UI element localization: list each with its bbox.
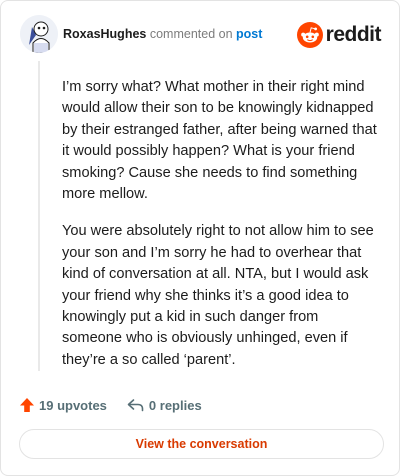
username-link[interactable]: RoxasHughes	[63, 27, 146, 41]
upvote-button[interactable]: 19 upvotes	[19, 397, 107, 413]
reddit-logo[interactable]: reddit	[296, 21, 382, 49]
reddit-snoo-icon	[296, 22, 323, 48]
upvote-arrow-icon	[20, 398, 34, 412]
reply-icon	[127, 399, 144, 412]
comment-paragraph: I’m sorry what? What mother in their rig…	[62, 79, 377, 203]
comment-body: I’m sorry what? What mother in their rig…	[62, 77, 382, 387]
comment-header: RoxasHughes commented on post reddit	[20, 15, 385, 55]
comment-meta: RoxasHughes commented on post	[63, 27, 262, 41]
avatar-image	[20, 15, 58, 53]
comment-paragraph: You were absolutely right to not allow h…	[62, 223, 374, 368]
post-link[interactable]: post	[236, 27, 262, 41]
view-conversation-button[interactable]: View the conversation	[19, 429, 384, 459]
reddit-wordmark: reddit	[325, 23, 382, 46]
comment-footer: 19 upvotes 0 replies	[19, 395, 202, 415]
user-avatar[interactable]	[20, 15, 58, 53]
upvote-count: 19 upvotes	[39, 397, 107, 413]
reply-count: 0 replies	[148, 397, 202, 413]
comment-card: RoxasHughes commented on post reddit I’m…	[0, 0, 400, 476]
thread-line	[38, 61, 40, 371]
action-text: commented on	[149, 27, 233, 41]
reply-button[interactable]: 0 replies	[127, 398, 202, 413]
